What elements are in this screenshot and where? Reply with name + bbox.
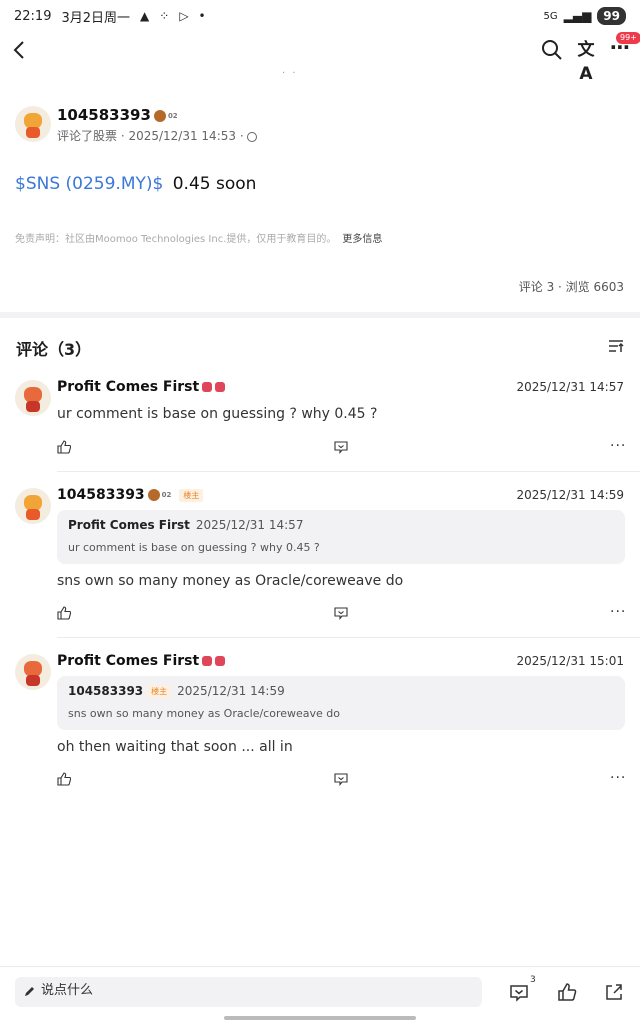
post-author[interactable]: 104583393 02 bbox=[57, 106, 178, 124]
alert-icon: ▲ bbox=[140, 9, 150, 23]
post-meta-text: 评论了股票 · 2025/12/31 14:53 · bbox=[57, 129, 244, 143]
comment-text: oh then waiting that soon ... all in bbox=[57, 739, 293, 755]
sort-icon[interactable] bbox=[608, 338, 624, 354]
op-tag: 楼主 bbox=[147, 685, 172, 698]
comments-title: 评论（3） bbox=[16, 340, 92, 359]
reply-icon[interactable] bbox=[334, 606, 348, 620]
reply-icon[interactable] bbox=[334, 440, 348, 454]
quote-text: ur comment is base on guessing ? why 0.4… bbox=[68, 541, 320, 554]
level-number: 02 bbox=[161, 491, 172, 499]
comment-item: Profit Comes First 2025/12/31 15:01 1045… bbox=[0, 650, 640, 800]
avatar[interactable] bbox=[15, 106, 51, 142]
comment-actions: ··· bbox=[0, 770, 640, 792]
avatar[interactable] bbox=[15, 654, 51, 690]
post-meta: 评论了股票 · 2025/12/31 14:53 · bbox=[57, 127, 257, 144]
quote-author: Profit Comes First bbox=[68, 518, 190, 532]
reply-icon[interactable] bbox=[509, 983, 529, 1003]
thumbs-up-icon[interactable] bbox=[57, 772, 71, 786]
quote-text: sns own so many money as Oracle/coreweav… bbox=[68, 707, 340, 720]
comment-item: 104583393 02 楼主 2025/12/31 14:59 Profit Co… bbox=[0, 484, 640, 634]
level-icon bbox=[153, 109, 166, 122]
more-dots-icon[interactable]: ··· bbox=[610, 604, 626, 620]
pencil-icon bbox=[25, 987, 34, 996]
status-bar: 22:19 3月2日周一 ▲ ⁘ ▷ • 5G ▂▄▆ 99 bbox=[0, 0, 640, 32]
signal-label: 5G bbox=[543, 10, 558, 22]
status-date: 3月2日周一 bbox=[61, 10, 131, 26]
signal-icon: ▂▄▆ bbox=[563, 9, 592, 23]
post-stats: 评论 3 · 浏览 6603 bbox=[518, 280, 624, 294]
translate-icon[interactable]: 文A bbox=[574, 38, 598, 84]
comment-input[interactable] bbox=[41, 983, 441, 998]
quote-time: 2025/12/31 14:57 bbox=[195, 518, 304, 532]
comment-separator bbox=[57, 471, 640, 472]
status-time: 22:19 bbox=[14, 8, 52, 24]
comment-author-name[interactable]: Profit Comes First bbox=[57, 653, 199, 669]
notification-badge: 99+ bbox=[616, 32, 640, 44]
avatar[interactable] bbox=[15, 488, 51, 524]
more-dots-icon[interactable]: ··· bbox=[610, 770, 626, 786]
level-icon bbox=[147, 489, 160, 501]
reply-icon[interactable] bbox=[334, 772, 348, 786]
quoted-comment[interactable]: 104583393 楼主 2025/12/31 14:59 sns own so m… bbox=[57, 676, 625, 730]
badge-icon bbox=[202, 656, 213, 666]
home-indicator[interactable] bbox=[224, 1016, 416, 1020]
comment-actions: ··· bbox=[0, 438, 640, 460]
apps-icon: ⁘ bbox=[159, 9, 170, 23]
play-icon: ▷ bbox=[179, 9, 189, 23]
comment-author[interactable]: Profit Comes First bbox=[57, 379, 226, 395]
globe-icon bbox=[246, 131, 257, 142]
comment-author[interactable]: Profit Comes First bbox=[57, 653, 226, 669]
post-author-name[interactable]: 104583393 bbox=[57, 106, 151, 124]
level-number: 02 bbox=[167, 111, 178, 120]
comment-count: 3 bbox=[530, 975, 536, 985]
avatar[interactable] bbox=[15, 380, 51, 416]
battery-indicator: 99 bbox=[597, 7, 626, 25]
disclaimer-text: 免责声明：社区由Moomoo Technologies Inc.提供，仅用于教育… bbox=[15, 234, 337, 245]
comment-author[interactable]: 104583393 02 楼主 bbox=[57, 487, 204, 503]
comment-item: Profit Comes First 2025/12/31 14:57 ur c… bbox=[0, 376, 640, 466]
badge-icon bbox=[202, 382, 213, 392]
dot-icon: • bbox=[198, 9, 206, 23]
thumbs-up-icon[interactable] bbox=[557, 982, 577, 1002]
post-content: $SNS (0259.MY)$ 0.45 soon bbox=[15, 174, 256, 194]
comment-text: sns own so many money as Oracle/coreweav… bbox=[57, 573, 404, 589]
quote-header: Profit Comes First 2025/12/31 14:57 bbox=[68, 518, 303, 532]
post-text: 0.45 soon bbox=[172, 174, 257, 194]
comment-time: 2025/12/31 14:57 bbox=[516, 380, 624, 394]
quote-author: 104583393 bbox=[68, 684, 144, 698]
page-indicator-dots: · · bbox=[282, 68, 298, 79]
more-dots-icon[interactable]: ··· bbox=[610, 438, 626, 454]
section-divider bbox=[0, 312, 640, 318]
thumbs-up-icon[interactable] bbox=[57, 606, 71, 620]
quoted-comment[interactable]: Profit Comes First 2025/12/31 14:57 ur co… bbox=[57, 510, 625, 564]
back-arrow-icon[interactable] bbox=[8, 36, 32, 64]
more-info-link[interactable]: 更多信息 bbox=[342, 234, 382, 245]
comment-separator bbox=[57, 637, 640, 638]
comment-input-box[interactable] bbox=[15, 977, 482, 1007]
comment-author-name[interactable]: 104583393 bbox=[57, 487, 145, 503]
comment-time: 2025/12/31 14:59 bbox=[516, 488, 624, 502]
quote-header: 104583393 楼主 2025/12/31 14:59 bbox=[68, 684, 285, 698]
comment-actions: ··· bbox=[0, 604, 640, 626]
badge-icon bbox=[215, 656, 226, 666]
share-icon[interactable] bbox=[604, 982, 624, 1002]
ticker-link[interactable]: $SNS (0259.MY)$ bbox=[15, 174, 163, 194]
quote-time: 2025/12/31 14:59 bbox=[177, 684, 285, 698]
top-nav: 文A ⋯ 99+ bbox=[0, 32, 640, 84]
op-tag: 楼主 bbox=[179, 488, 204, 502]
comment-time: 2025/12/31 15:01 bbox=[516, 654, 624, 668]
search-icon[interactable] bbox=[540, 38, 564, 62]
badge-icon bbox=[215, 382, 226, 392]
thumbs-up-icon[interactable] bbox=[57, 440, 71, 454]
comment-text: ur comment is base on guessing ? why 0.4… bbox=[57, 406, 378, 422]
disclaimer: 免责声明：社区由Moomoo Technologies Inc.提供，仅用于教育… bbox=[15, 230, 382, 245]
comment-author-name[interactable]: Profit Comes First bbox=[57, 379, 199, 395]
